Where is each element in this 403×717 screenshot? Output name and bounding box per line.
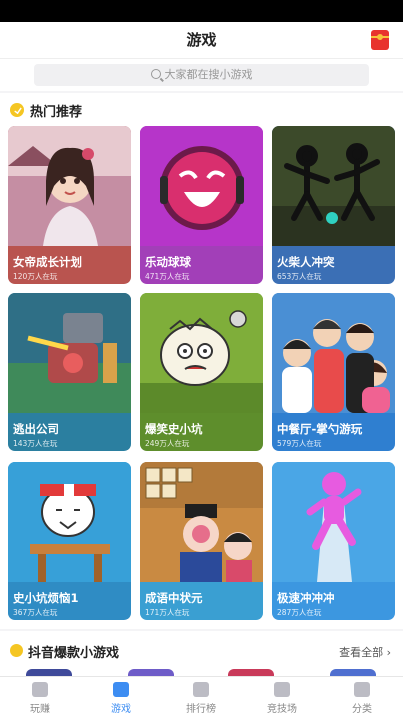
tab-ranking[interactable]: 排行榜 (161, 677, 241, 717)
search-icon (150, 69, 161, 79)
gamepad-icon (113, 682, 129, 697)
red-packet-icon[interactable] (371, 30, 389, 50)
game-name: 成语中状元 (145, 591, 203, 605)
game-thumb[interactable] (26, 669, 72, 676)
opera-scholar-icon (140, 462, 263, 582)
game-card[interactable]: 史小坑烦恼1 367万人在玩 (8, 462, 131, 620)
bottom-tab-bar: 玩赚 游戏 排行榜 竞技场 分类 (0, 676, 403, 717)
category-icon (354, 682, 370, 697)
game-players: 120万人在玩 (13, 272, 58, 281)
section-title: 热门推荐 (30, 105, 83, 120)
tab-games[interactable]: 游戏 (81, 677, 161, 717)
tab-label: 竞技场 (267, 704, 297, 715)
search-placeholder: 大家都在搜小游戏 (164, 68, 253, 81)
game-name: 逃出公司 (13, 422, 59, 436)
hot-badge-icon (10, 103, 24, 117)
hot-recommend-section: 热门推荐 女帝成长计划 120万人在玩 乐动球球 471万人在玩 火柴人冲突 6… (0, 93, 403, 629)
game-card[interactable]: 极速冲冲冲 287万人在玩 (272, 462, 395, 620)
game-thumb[interactable] (228, 669, 274, 676)
tab-arena[interactable]: 竞技场 (242, 677, 322, 717)
pink-ball-icon (140, 126, 263, 246)
search-bar: 大家都在搜小游戏 (0, 59, 403, 91)
status-bar (0, 0, 403, 22)
robot-battle-icon (8, 293, 131, 413)
game-players: 367万人在玩 (13, 608, 58, 617)
game-name: 极速冲冲冲 (277, 591, 335, 605)
pink-runner-icon (272, 462, 395, 582)
game-card[interactable]: 女帝成长计划 120万人在玩 (8, 126, 131, 284)
game-thumb[interactable] (128, 669, 174, 676)
game-name: 女帝成长计划 (13, 255, 82, 269)
see-all-link[interactable]: 查看全部 › (339, 644, 391, 660)
tab-label: 游戏 (111, 704, 131, 715)
game-players: 579万人在玩 (277, 439, 322, 448)
game-card[interactable]: 乐动球球 471万人在玩 (140, 126, 263, 284)
cartoon-face-icon (140, 293, 263, 413)
game-players: 171万人在玩 (145, 608, 190, 617)
game-name: 中餐厅-掌勺游玩 (277, 422, 363, 436)
douyin-section: 抖音爆款小游戏 查看全部 › (0, 631, 403, 676)
student-desk-icon (8, 462, 131, 582)
game-name: 乐动球球 (145, 255, 191, 269)
tab-category[interactable]: 分类 (322, 677, 402, 717)
game-card[interactable]: 火柴人冲突 653万人在玩 (272, 126, 395, 284)
game-players: 653万人在玩 (277, 272, 322, 281)
page-title: 游戏 (186, 31, 217, 49)
tab-label: 玩赚 (30, 704, 50, 715)
douyin-badge-icon (10, 644, 23, 657)
game-name: 爆笑史小坑 (145, 422, 203, 436)
game-card[interactable]: 逃出公司 143万人在玩 (8, 293, 131, 451)
game-players: 249万人在玩 (145, 439, 190, 448)
game-card[interactable]: 成语中状元 171万人在玩 (140, 462, 263, 620)
search-input[interactable]: 大家都在搜小游戏 (34, 64, 369, 86)
stickman-fight-icon (272, 126, 395, 246)
tab-label: 分类 (352, 704, 372, 715)
arena-icon (274, 682, 290, 697)
game-players: 287万人在玩 (277, 608, 322, 617)
celebrity-group-icon (272, 293, 395, 413)
section-title: 抖音爆款小游戏 (28, 646, 120, 661)
tab-wanzhuan[interactable]: 玩赚 (0, 677, 80, 717)
game-card[interactable]: 爆笑史小坑 249万人在玩 (140, 293, 263, 451)
gift-icon (32, 682, 48, 697)
tab-label: 排行榜 (186, 704, 216, 715)
game-players: 471万人在玩 (145, 272, 190, 281)
game-thumb[interactable] (330, 669, 376, 676)
chevron-right-icon: › (386, 646, 391, 659)
game-name: 史小坑烦恼1 (13, 591, 79, 605)
game-card[interactable]: 中餐厅-掌勺游玩 579万人在玩 (272, 293, 395, 451)
see-all-label: 查看全部 (339, 646, 384, 659)
game-name: 火柴人冲突 (277, 255, 335, 269)
girl-portrait-icon (8, 126, 131, 246)
game-players: 143万人在玩 (13, 439, 58, 448)
top-bar: 游戏 (0, 22, 403, 59)
trophy-icon (193, 682, 209, 697)
